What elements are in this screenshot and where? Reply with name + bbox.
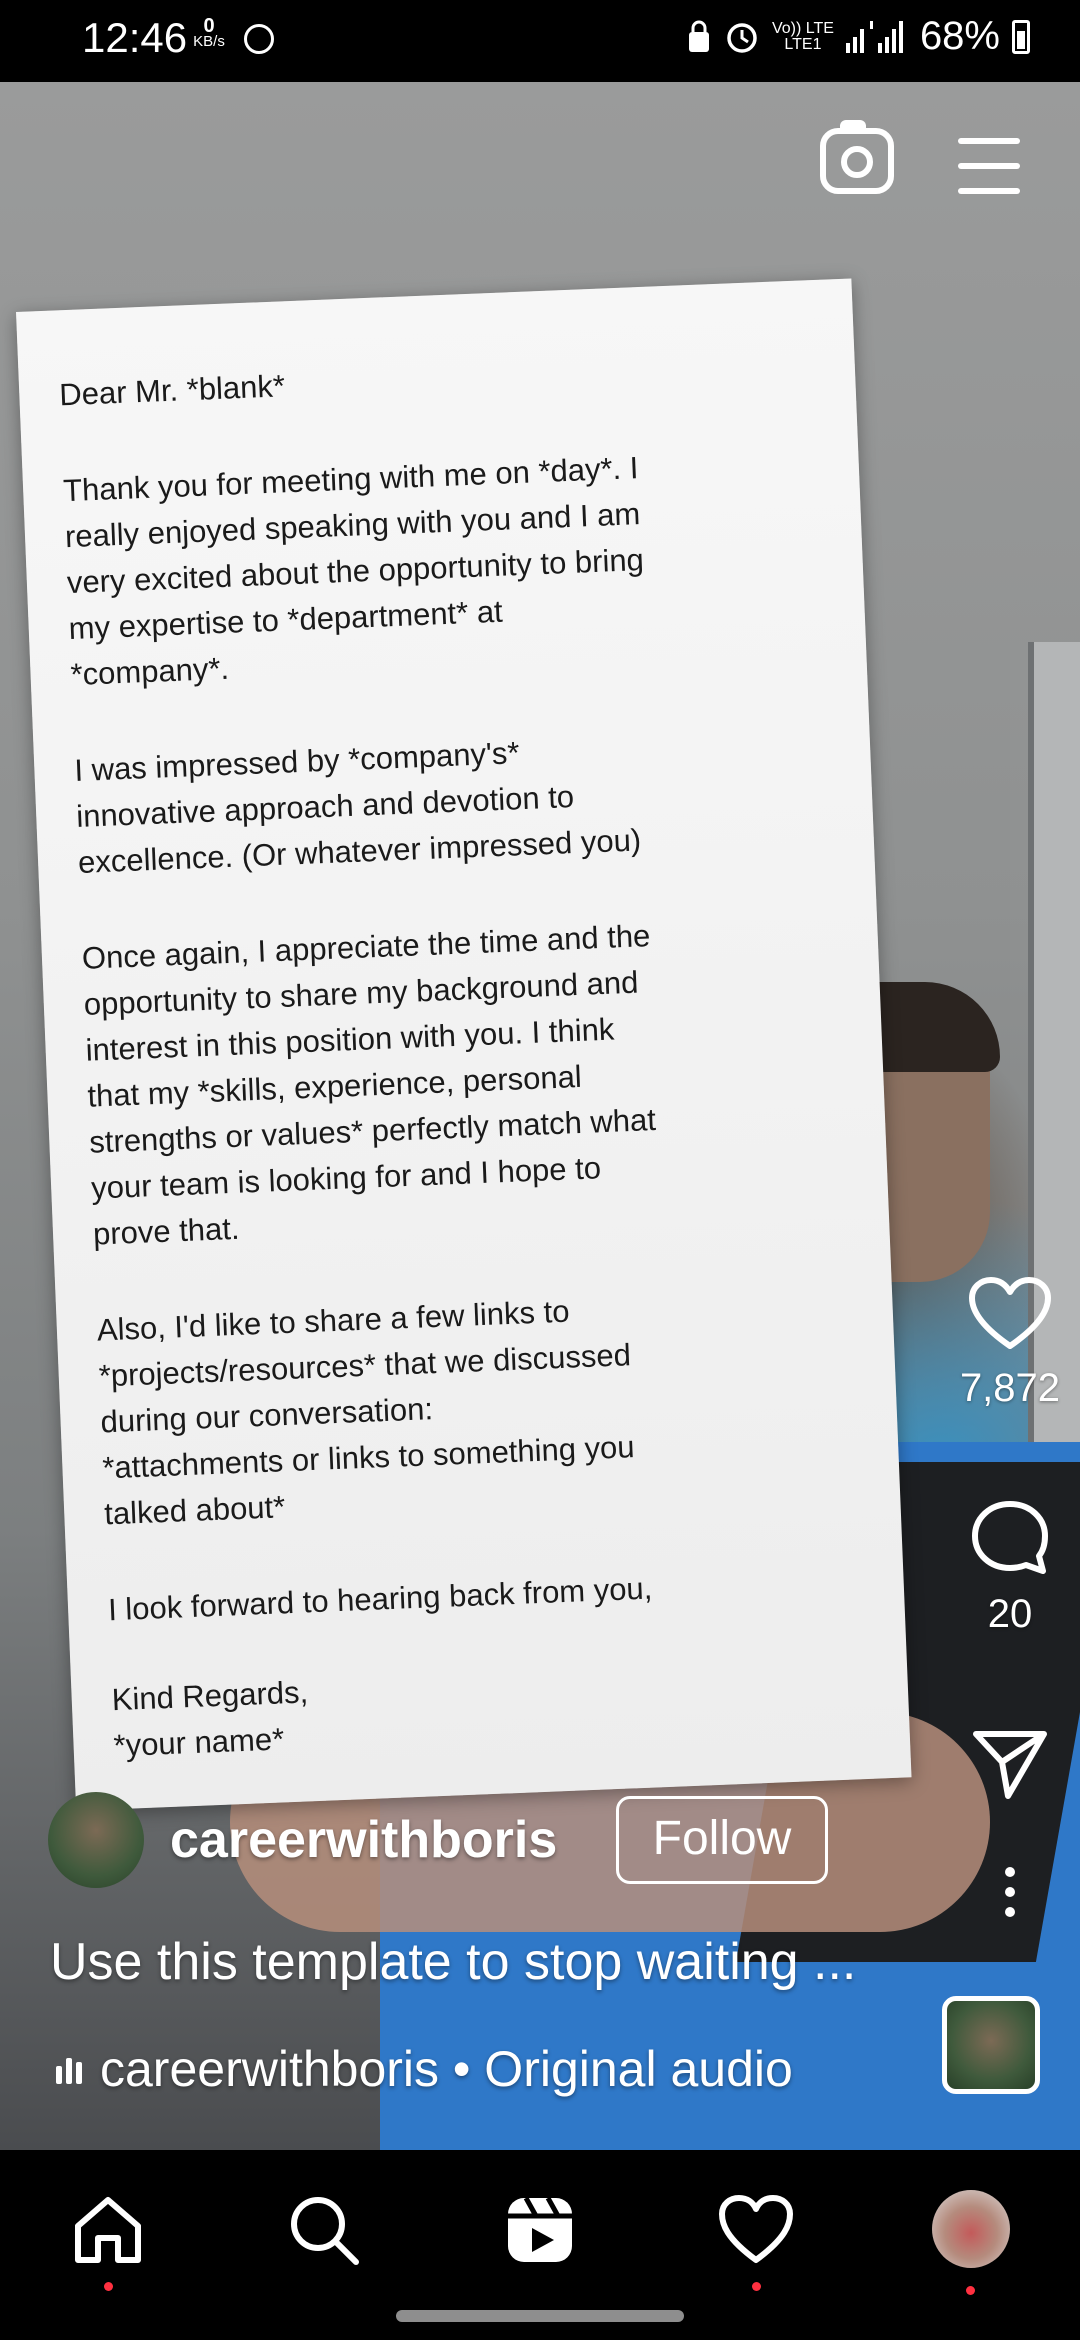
audio-thumbnail[interactable] — [942, 1996, 1040, 2094]
nav-profile[interactable] — [932, 2190, 1012, 2295]
status-bar: 12:46 0 KB/s Vo)) LTE LTE1 68% — [0, 0, 1080, 82]
author-username[interactable]: careerwithboris — [170, 1810, 557, 1870]
like-action[interactable]: 7,872 — [940, 1276, 1080, 1411]
letter-paragraph-1: Thank you for meeting with me on *day*. … — [62, 450, 645, 693]
net-speed-unit: KB/s — [193, 33, 225, 50]
letter-paragraph-2: I was impressed by *company's* innovativ… — [73, 735, 642, 880]
audio-bars-icon — [56, 2054, 82, 2084]
profile-avatar[interactable] — [932, 2190, 1010, 2268]
author-avatar[interactable] — [48, 1792, 144, 1888]
more-vertical-icon[interactable] — [1000, 1866, 1020, 1918]
home-indicator[interactable] — [396, 2310, 684, 2322]
sync-status-icon — [244, 24, 274, 54]
nav-home[interactable] — [68, 2190, 148, 2291]
heart-icon[interactable] — [968, 1276, 1052, 1352]
status-right-group: Vo)) LTE LTE1 68% — [686, 14, 1030, 59]
letter-signoff: Kind Regards, *your name* — [111, 1674, 309, 1764]
nav-search[interactable] — [284, 2190, 364, 2270]
status-time: 12:46 — [82, 14, 188, 61]
share-action[interactable] — [940, 1726, 1080, 1800]
search-icon[interactable] — [284, 2190, 364, 2270]
nav-reels[interactable] — [500, 2190, 580, 2270]
more-action[interactable] — [940, 1866, 1080, 1918]
network-label: Vo)) LTE LTE1 — [771, 19, 834, 53]
profile-notification-dot — [966, 2286, 975, 2295]
audio-label[interactable]: careerwithboris • Original audio — [100, 2040, 793, 2098]
reels-icon[interactable] — [500, 2190, 580, 2270]
letter-template-overlay: Dear Mr. *blank* Thank you for meeting w… — [16, 278, 912, 1811]
comment-icon[interactable] — [969, 1498, 1051, 1578]
network-type: Vo)) LTE — [771, 19, 834, 37]
alarm-icon — [727, 22, 757, 53]
home-icon[interactable] — [68, 2190, 148, 2270]
comment-action[interactable]: 20 — [940, 1498, 1080, 1637]
letter-greeting: Dear Mr. *blank* — [58, 368, 286, 413]
follow-button[interactable]: Follow — [616, 1796, 828, 1884]
like-count: 7,872 — [959, 1366, 1061, 1410]
send-icon[interactable] — [970, 1726, 1050, 1800]
post-caption[interactable]: Use this template to stop waiting ... — [50, 1932, 856, 1992]
net-speed-value: 0 — [203, 15, 215, 37]
network-sub: LTE1 — [784, 35, 822, 53]
letter-paragraph-5: I look forward to hearing back from you, — [107, 1570, 653, 1628]
battery-percent: 68% — [919, 14, 1000, 58]
heart-icon[interactable] — [716, 2190, 796, 2270]
comment-count: 20 — [987, 1592, 1033, 1636]
battery-icon — [1012, 19, 1030, 54]
letter-paragraph-3: Once again, I appreciate the time and th… — [81, 918, 657, 1252]
home-notification-dot — [104, 2282, 113, 2291]
net-speed-indicator: 0 KB/s — [192, 15, 226, 50]
signal-icon — [845, 20, 903, 53]
security-icon — [688, 20, 709, 52]
letter-paragraph-4: Also, I'd like to share a few links to *… — [96, 1293, 636, 1532]
menu-icon[interactable] — [958, 138, 1020, 194]
nav-activity[interactable] — [716, 2190, 796, 2291]
camera-icon[interactable] — [820, 120, 894, 194]
activity-notification-dot — [752, 2282, 761, 2291]
audio-info[interactable]: careerwithboris • Original audio — [56, 2040, 793, 2098]
